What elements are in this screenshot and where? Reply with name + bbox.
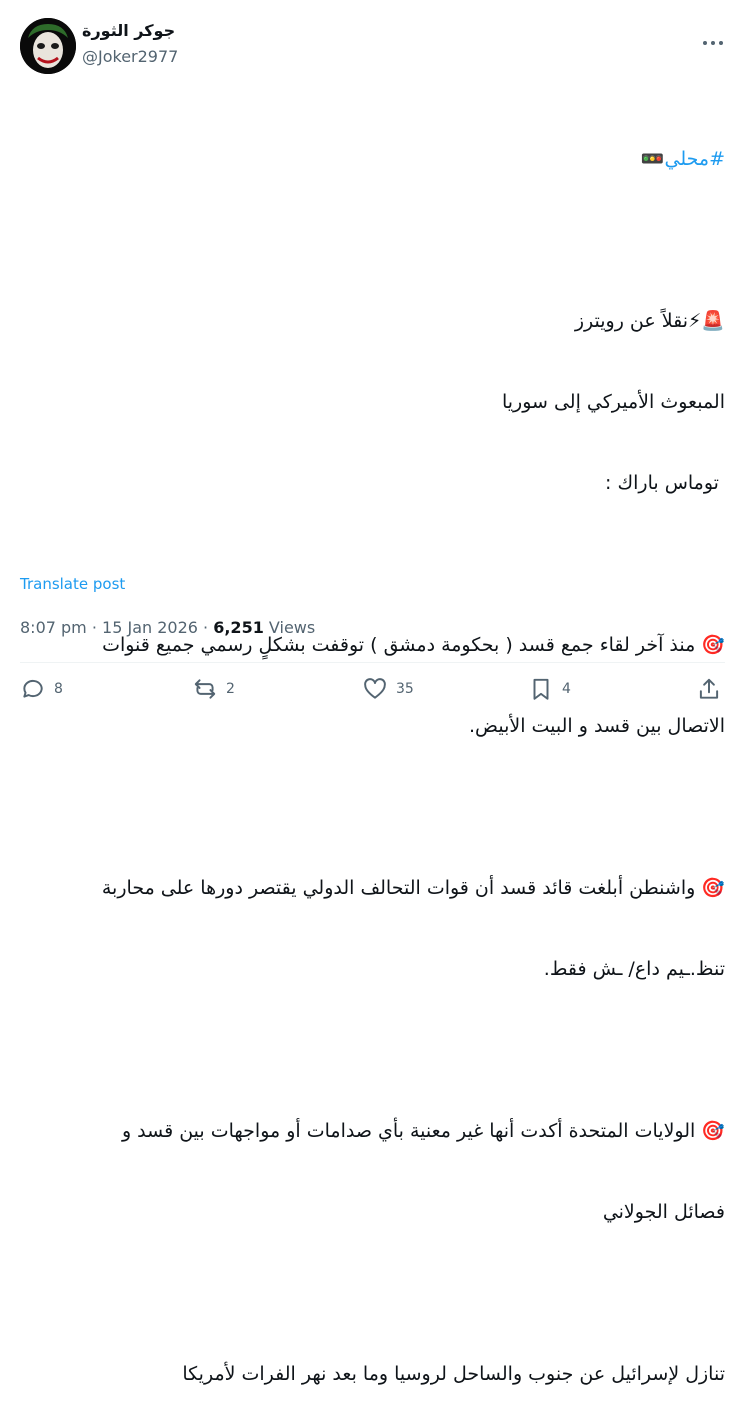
repost-icon: [194, 679, 216, 699]
bookmark-count: 4: [562, 681, 571, 697]
reply-count: 8: [54, 681, 63, 697]
tweet-header: جوكر الثورة @Joker2977: [20, 18, 725, 74]
tweet-line: [20, 1037, 725, 1064]
post-date[interactable]: 15 Jan 2026: [102, 618, 198, 637]
tweet-line: [20, 794, 725, 821]
tweet-line: تنازل لإسرائيل عن جنوب والساحل لروسيا وم…: [182, 1363, 725, 1385]
bookmark-button[interactable]: 4: [528, 676, 571, 702]
post-meta: 8:07 pm · 15 Jan 2026 · 6,251 Views: [20, 618, 315, 637]
display-name[interactable]: جوكر الثورة: [82, 20, 178, 42]
views-label: Views: [263, 618, 316, 637]
share-button[interactable]: [696, 676, 722, 702]
like-button[interactable]: 35: [362, 676, 414, 702]
post-time[interactable]: 8:07 pm: [20, 618, 87, 637]
divider: [20, 662, 725, 663]
traffic-light-emoji: 🚥: [640, 148, 665, 170]
meta-separator: ·: [197, 618, 214, 637]
share-icon: [699, 678, 719, 699]
avatar[interactable]: [20, 18, 76, 74]
tweet-line: 🎯 الولايات المتحدة أكدت أنها غير معنية ب…: [121, 1120, 725, 1142]
repost-count: 2: [226, 681, 235, 697]
translate-post-link[interactable]: Translate post: [20, 575, 125, 593]
hashtag-line: #محلي🚥: [20, 146, 725, 173]
user-handle[interactable]: @Joker2977: [82, 46, 178, 68]
tweet-line: الاتصال بين قسد و البيت الأبيض.: [469, 715, 725, 737]
hashtag-link[interactable]: #محلي: [665, 148, 726, 170]
tweet-line: فصائل الجولاني: [602, 1201, 725, 1223]
reply-button[interactable]: 8: [20, 676, 63, 702]
tweet-line: المبعوث الأميركي إلى سوريا: [501, 391, 725, 413]
like-count: 35: [396, 681, 414, 697]
tweet-line: توماس باراك :: [605, 472, 725, 494]
tweet-line: 🚨⚡نقلاً عن رويترز: [574, 310, 725, 332]
tweet-text: #محلي🚥 🚨⚡نقلاً عن رويترز المبعوث الأميرك…: [20, 92, 725, 1415]
action-bar: 8 2 35 4: [20, 676, 725, 706]
tweet-line: [20, 1280, 725, 1307]
tweet-line: [20, 551, 725, 578]
repost-button[interactable]: 2: [192, 676, 235, 702]
more-icon[interactable]: [701, 30, 725, 50]
views-count: 6,251: [213, 618, 264, 637]
tweet-line: 🎯 واشنطن أبلغت قائد قسد أن قوات التحالف …: [101, 877, 725, 899]
reply-icon: [23, 679, 43, 698]
tweet-line: تنظ.ـيم داع/ ـش فقط.: [543, 958, 725, 980]
meta-separator: ·: [86, 618, 103, 637]
bookmark-icon: [533, 678, 549, 700]
like-icon: [364, 678, 386, 699]
